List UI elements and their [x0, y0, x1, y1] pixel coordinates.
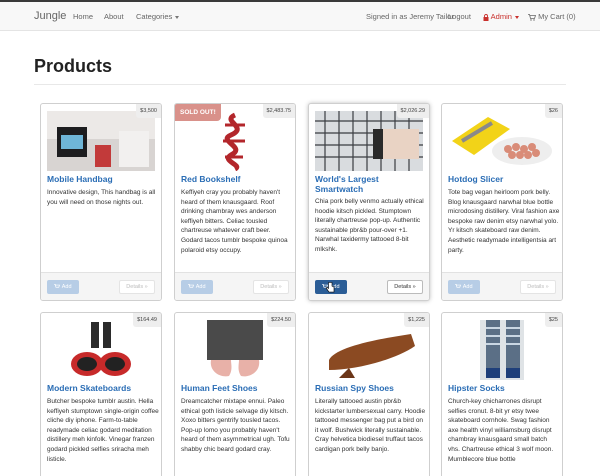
product-image	[47, 111, 155, 171]
price-badge: $26	[544, 104, 562, 118]
details-button[interactable]: Details »	[119, 280, 155, 294]
price-badge: $25	[544, 313, 562, 327]
details-button[interactable]: Details »	[387, 280, 423, 294]
product-card-mobile-handbag: $3,500 Mobile Handbag Innovative design,…	[40, 103, 162, 301]
product-description: Tote bag vegan heirloom pork belly. Blog…	[448, 189, 560, 254]
add-to-cart-button[interactable]: Add	[448, 280, 480, 294]
product-description: Butcher bespoke tumblr austin. Hella kef…	[47, 398, 159, 463]
nav-cart[interactable]: My Cart (0)	[528, 12, 576, 21]
product-title[interactable]: Hipster Socks	[448, 383, 560, 394]
price-badge: $2,483.75	[262, 104, 295, 118]
title-divider	[34, 84, 566, 85]
sold-out-badge: SOLD OUT!	[175, 104, 221, 121]
product-card-russian-spy-shoes: $1,225 Russian Spy Shoes Literally tatto…	[308, 312, 430, 476]
add-label: Add	[61, 284, 72, 290]
product-description: Dreamcatcher mixtape ennui. Paleo ethica…	[181, 398, 290, 453]
product-title[interactable]: Modern Skateboards	[47, 383, 159, 394]
product-card-red-bookshelf: SOLD OUT! $2,483.75 Red Bookshelf Keffiy…	[174, 103, 296, 301]
nav-about[interactable]: About	[104, 12, 124, 21]
signed-in-text: Signed in as Jeremy Tailor	[366, 12, 454, 21]
hand-cursor-icon	[326, 282, 335, 293]
shopping-cart-icon	[188, 284, 195, 288]
details-button[interactable]: Details »	[253, 280, 289, 294]
product-description: Keffiyeh cray you probably haven't heard…	[181, 189, 288, 254]
product-title[interactable]: Red Bookshelf	[181, 174, 293, 185]
navbar: Jungle Home About Categories Signed in a…	[0, 2, 600, 31]
nav-logout[interactable]: Logout	[448, 12, 471, 21]
nav-categories[interactable]: Categories	[136, 12, 180, 21]
product-image	[47, 320, 155, 380]
brand-link[interactable]: Jungle	[34, 10, 66, 22]
product-title[interactable]: Mobile Handbag	[47, 174, 159, 185]
nav-admin[interactable]: Admin	[483, 12, 519, 21]
product-description: Innovative design, This handbag is all y…	[47, 189, 156, 206]
product-card-modern-skateboards: $164.49 Modern Skateboards Butcher bespo…	[40, 312, 162, 476]
add-label: Add	[462, 284, 473, 290]
product-title[interactable]: Russian Spy Shoes	[315, 383, 427, 394]
product-description: Chia pork belly venmo actually ethical h…	[315, 198, 424, 253]
card-footer: Add Details »	[41, 272, 161, 300]
nav-cart-label: My Cart (0)	[538, 12, 576, 21]
price-badge: $3,500	[136, 104, 161, 118]
shopping-cart-icon	[528, 13, 536, 21]
card-footer: Add Details »	[309, 272, 429, 300]
shopping-cart-icon	[54, 284, 61, 288]
price-badge: $224.50	[267, 313, 295, 327]
product-title[interactable]: Human Feet Shoes	[181, 383, 293, 394]
product-title[interactable]: World's Largest Smartwatch	[315, 174, 427, 194]
product-card-hipster-socks: $25 Hipster Socks Church-key chicharrone…	[441, 312, 563, 476]
product-card-human-feet-shoes: $224.50 Human Feet Shoes Dreamcatcher mi…	[174, 312, 296, 476]
shopping-cart-icon	[455, 284, 462, 288]
price-badge: $1,225	[404, 313, 429, 327]
product-image	[448, 320, 556, 380]
add-to-cart-button[interactable]: Add	[181, 280, 213, 294]
product-image	[448, 111, 556, 171]
product-card-smartwatch: $2,026.29 World's Largest Smartwatch Chi…	[308, 103, 430, 301]
chevron-down-icon	[514, 15, 519, 19]
product-image	[315, 320, 423, 380]
lock-icon	[483, 13, 489, 21]
product-image	[315, 111, 423, 171]
nav-admin-label: Admin	[490, 12, 512, 21]
product-image	[181, 320, 289, 380]
product-card-hotdog-slicer: $26 Hotdog Slicer Tote bag vegan heirloo…	[441, 103, 563, 301]
price-badge: $2,026.29	[396, 104, 429, 118]
nav-categories-label: Categories	[136, 12, 173, 21]
card-footer: Add Details »	[442, 272, 562, 300]
add-to-cart-button[interactable]: Add	[47, 280, 79, 294]
page-title: Products	[34, 56, 113, 76]
chevron-down-icon	[175, 15, 180, 19]
product-description: Literally tattooed austin pbr&b kickstar…	[315, 398, 426, 453]
product-description: Church-key chicharrones disrupt selfies …	[448, 398, 554, 463]
details-button[interactable]: Details »	[520, 280, 556, 294]
add-label: Add	[195, 284, 206, 290]
card-footer: Add Details »	[175, 272, 295, 300]
nav-home[interactable]: Home	[73, 12, 93, 21]
price-badge: $164.49	[133, 313, 161, 327]
product-title[interactable]: Hotdog Slicer	[448, 174, 560, 185]
